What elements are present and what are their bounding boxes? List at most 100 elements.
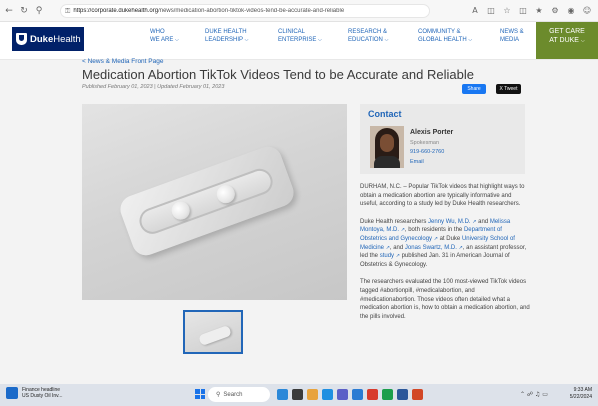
get-care-button[interactable]: GET CARE AT DUKE ⌵ [536,22,598,59]
nav-clinical-enterprise[interactable]: CLINICAL ENTERPRISE ⌵ [278,29,322,44]
paragraph-3: The researchers evaluated the 100 most-v… [360,279,530,320]
breadcrumb[interactable]: < News & Media Front Page [82,58,163,65]
date: 5/22/2024 [569,394,592,400]
screen: ← ↻ ⚲ ⚿ https://corporate.dukehealth.org… [0,0,598,406]
url-text: https://corporate.dukehealth.org/news/me… [73,8,345,14]
nav-label: LEADERSHIP [205,36,243,43]
facebook-share-button[interactable]: Share [462,84,486,94]
outlook-icon[interactable] [352,389,363,400]
nav-label: COMMUNITY & [418,29,461,35]
nav-label: NEWS & [500,29,524,35]
nav-label: RESEARCH & [348,29,388,35]
read-aloud-icon[interactable]: A [468,4,482,18]
nav-label: CLINICAL [278,29,306,35]
windows-start-icon[interactable] [195,389,205,399]
image-thumbnail[interactable] [183,310,243,354]
study-link[interactable]: study [380,253,394,259]
avatar-body [374,156,400,168]
powerpoint-icon[interactable] [412,389,423,400]
blister-pack [116,142,298,260]
contact-role: Spokesman [410,140,440,146]
nav-label: DUKE HEALTH [205,29,247,35]
nav-label: MEDIA [500,36,520,43]
nav-label: WHO [150,29,165,35]
shield-icon [16,33,27,45]
taskbar-search[interactable]: ⚲ Search [208,387,270,402]
taskbar: Finance headline US Dusty Oil Inv... ⚲ Se… [0,384,598,406]
collections-icon[interactable]: ◫ [516,4,530,18]
site-header: DukeHealth WHO WE ARE ⌵ DUKE HEALTH LEAD… [0,22,598,60]
tweet-button[interactable]: X Tweet [496,84,521,94]
logo-text: DukeHealth [30,33,81,45]
contact-email-link[interactable]: Email [410,159,424,165]
text: Duke Health researchers [360,218,429,225]
chevron-down-icon: ⌵ [384,36,389,43]
thumbnail-pack [198,324,232,347]
store-icon[interactable] [367,389,378,400]
search-icon: ⚲ [216,391,221,398]
browser-actions: A ◫ ☆ ◫ ★ ⚙ ◉ ☺ [466,4,594,18]
text: and [476,218,490,225]
news-subtitle: US Dusty Oil Inv... [22,393,63,399]
copilot-icon[interactable]: ◉ [564,4,578,18]
chevron-down-icon: ⌵ [468,36,473,43]
extensions-icon[interactable]: ⚙ [548,4,562,18]
nav-news-media[interactable]: NEWS & MEDIA [500,29,524,44]
news-widget[interactable]: Finance headline US Dusty Oil Inv... [6,387,62,399]
news-text: Finance headline US Dusty Oil Inv... [22,387,62,399]
chevron-down-icon: ⌵ [244,36,249,43]
nav-community-global-health[interactable]: COMMUNITY & GLOBAL HEALTH ⌵ [418,29,472,44]
nav-leadership[interactable]: DUKE HEALTH LEADERSHIP ⌵ [205,29,248,44]
get-care-label: GET CARE [549,28,585,35]
clock[interactable]: 9:33 AM 5/22/2024 [570,387,592,401]
file-explorer-icon[interactable] [307,389,318,400]
reload-icon[interactable]: ↻ [18,5,30,17]
excel-icon[interactable] [382,389,393,400]
contact-name: Alexis Porter [410,129,454,136]
contact-heading: Contact [368,109,402,119]
author-link-wu[interactable]: Jenny Wu, M.D. [428,219,471,225]
profile-icon[interactable]: ☺ [580,4,594,18]
nav-label: EDUCATION [348,36,383,43]
widgets-icon[interactable] [277,389,288,400]
lock-icon: ⚿ [65,6,71,15]
contact-card: Contact Alexis Porter Spokesman 919-660-… [360,104,525,174]
teams-icon[interactable] [337,389,348,400]
hero-image [82,104,347,300]
contact-phone[interactable]: 919-660-2760 [410,149,444,155]
address-bar[interactable]: ⚿ https://corporate.dukehealth.org/news/… [60,4,430,18]
search-icon[interactable]: ⚲ [33,5,45,17]
nav-who-we-are[interactable]: WHO WE ARE ⌵ [150,29,179,44]
split-screen-icon[interactable]: ◫ [484,4,498,18]
word-icon[interactable] [397,389,408,400]
text: at Duke [437,235,462,242]
avatar-face [380,134,394,152]
task-view-icon[interactable] [292,389,303,400]
author-link-swartz[interactable]: Jonas Swartz, M.D. [405,245,457,251]
published-date: Published February 01, 2023 | Updated Fe… [82,84,225,90]
browser-toolbar: ← ↻ ⚲ ⚿ https://corporate.dukehealth.org… [0,0,598,22]
chevron-down-icon: ⌵ [318,36,322,43]
text: , and [389,244,405,251]
blister-slot [135,165,277,238]
paragraph-1: DURHAM, N.C. – Popular TikTok videos tha… [360,184,525,208]
back-icon[interactable]: ← [3,5,15,17]
nav-label: GLOBAL HEALTH [418,36,467,43]
article-body: DURHAM, N.C. – Popular TikTok videos tha… [360,183,530,330]
system-tray-icons[interactable]: ⌃ ☍ ♫ ▭ [520,391,548,398]
nav-label: WE ARE [150,36,174,43]
search-label: Search [223,392,243,398]
page-title: Medication Abortion TikTok Videos Tend t… [82,67,474,82]
duke-health-logo[interactable]: DukeHealth [12,27,84,51]
edge-icon[interactable] [322,389,333,400]
avatar [370,126,404,168]
nav-research-education[interactable]: RESEARCH & EDUCATION ⌵ [348,29,388,44]
get-care-label: AT DUKE [549,36,579,44]
chevron-down-icon: ⌵ [175,36,179,43]
chevron-down-icon: ⌵ [580,37,585,44]
paragraph-2: Duke Health researchers Jenny Wu, M.D. ↗… [360,218,530,270]
favorite-icon[interactable]: ☆ [500,4,514,18]
favorites-bar-icon[interactable]: ★ [532,4,546,18]
nav-label: ENTERPRISE [278,36,317,43]
news-icon [6,387,18,399]
